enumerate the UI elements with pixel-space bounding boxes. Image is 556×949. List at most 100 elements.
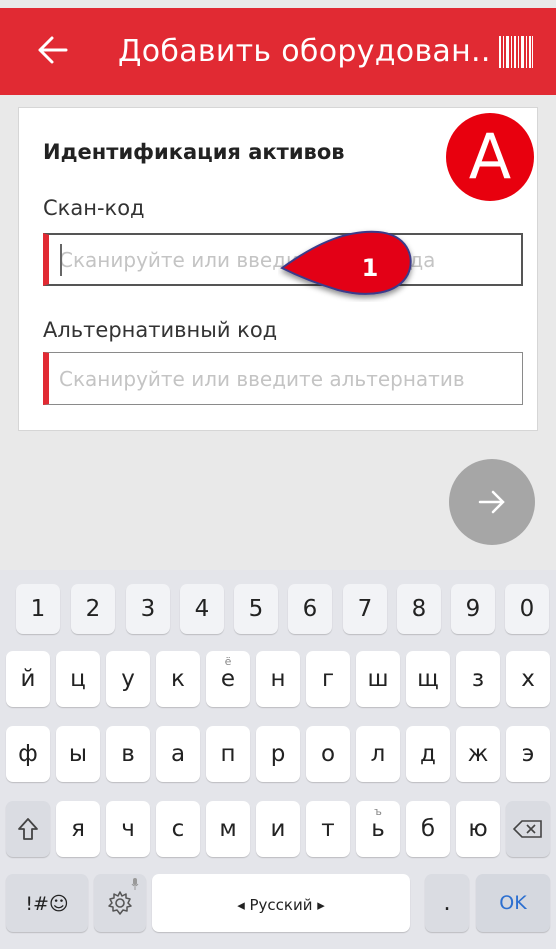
card-title: Идентификация активов — [43, 140, 345, 164]
key-ю[interactable]: ю — [456, 801, 500, 857]
key-т[interactable]: т — [306, 801, 350, 857]
page-title: Добавить оборудован... — [118, 34, 490, 69]
backspace-key[interactable] — [506, 801, 550, 857]
key-ч[interactable]: ч — [106, 801, 150, 857]
annotation-marker: 1 — [280, 230, 412, 295]
key-5[interactable]: 5 — [234, 584, 278, 634]
symbols-key[interactable]: !#☺ — [6, 874, 88, 932]
key-label: у — [121, 666, 135, 692]
key-ь[interactable]: ъь — [356, 801, 400, 857]
key-й[interactable]: й — [6, 651, 50, 707]
key-в[interactable]: в — [106, 726, 150, 782]
key-label: б — [420, 816, 436, 842]
key-label: 6 — [302, 596, 318, 622]
key-label: ◂ Русский ▸ — [237, 896, 325, 914]
key-label: и — [270, 816, 286, 842]
key-label: м — [219, 816, 237, 842]
key-з[interactable]: з — [456, 651, 500, 707]
alt-code-label: Альтернативный код — [43, 318, 278, 342]
key-с[interactable]: с — [156, 801, 200, 857]
key-label: ь — [371, 816, 385, 842]
key-label: . — [443, 890, 451, 916]
key-4[interactable]: 4 — [180, 584, 224, 634]
key-ш[interactable]: ш — [356, 651, 400, 707]
key-label: 1 — [30, 596, 46, 622]
key-label: к — [171, 666, 185, 692]
key-label: о — [320, 741, 336, 767]
key-б[interactable]: б — [406, 801, 450, 857]
key-label: 9 — [465, 596, 481, 622]
key-label: 2 — [85, 596, 101, 622]
key-label: т — [321, 816, 335, 842]
shift-key[interactable] — [6, 801, 50, 857]
key-label: 0 — [519, 596, 535, 622]
shift-icon — [18, 818, 38, 840]
key-л[interactable]: л — [356, 726, 400, 782]
key-9[interactable]: 9 — [451, 584, 495, 634]
scan-code-label: Скан-код — [43, 196, 145, 220]
settings-key[interactable] — [94, 874, 146, 932]
key-ц[interactable]: ц — [56, 651, 100, 707]
key-у[interactable]: у — [106, 651, 150, 707]
key-ы[interactable]: ы — [56, 726, 100, 782]
key-е[interactable]: ёе — [206, 651, 250, 707]
on-screen-keyboard: 1 2 345 6 7 8 9 0 йцу кёенгш щ з х фыв а п р о л д ж э ячс м и тъ… — [0, 570, 556, 949]
key-щ[interactable]: щ — [406, 651, 450, 707]
key-label: щ — [417, 666, 439, 692]
key-label: н — [270, 666, 286, 692]
key-label: с — [171, 816, 185, 842]
key-label: 3 — [140, 596, 156, 622]
key-label: р — [270, 741, 286, 767]
key-и[interactable]: и — [256, 801, 300, 857]
space-key[interactable]: ◂ Русский ▸ — [152, 874, 410, 932]
key-label: ш — [367, 666, 389, 692]
key-label: ю — [468, 816, 488, 842]
key-о[interactable]: о — [306, 726, 350, 782]
key-э[interactable]: э — [506, 726, 550, 782]
arrow-right-icon — [478, 490, 505, 514]
key-г[interactable]: г — [306, 651, 350, 707]
key-р[interactable]: р — [256, 726, 300, 782]
period-key[interactable]: . — [425, 874, 469, 932]
key-label: 8 — [411, 596, 427, 622]
key-8[interactable]: 8 — [397, 584, 441, 634]
key-label: э — [521, 741, 535, 767]
key-2[interactable]: 2 — [71, 584, 115, 634]
next-button[interactable] — [449, 459, 535, 545]
text-caret — [60, 244, 62, 276]
key-1[interactable]: 1 — [16, 584, 60, 634]
key-а[interactable]: а — [156, 726, 200, 782]
key-ф[interactable]: ф — [6, 726, 50, 782]
key-label: п — [220, 741, 236, 767]
key-label: а — [170, 741, 186, 767]
annotation-badge: A — [446, 113, 534, 201]
backspace-icon — [513, 820, 542, 838]
key-label: л — [370, 741, 386, 767]
barcode-icon[interactable] — [499, 36, 533, 68]
key-х[interactable]: х — [506, 651, 550, 707]
gear-icon — [108, 891, 132, 915]
key-н[interactable]: н — [256, 651, 300, 707]
key-я[interactable]: я — [56, 801, 100, 857]
key-ж[interactable]: ж — [456, 726, 500, 782]
key-0[interactable]: 0 — [505, 584, 549, 634]
key-к[interactable]: к — [156, 651, 200, 707]
alt-code-input[interactable] — [43, 352, 523, 405]
key-3[interactable]: 3 — [126, 584, 170, 634]
key-п[interactable]: п — [206, 726, 250, 782]
ok-key[interactable]: OK — [476, 874, 550, 932]
key-label: в — [121, 741, 135, 767]
arrow-left-icon[interactable] — [36, 30, 70, 70]
key-label: х — [521, 666, 535, 692]
annotation-marker-label: 1 — [362, 254, 379, 282]
key-7[interactable]: 7 — [343, 584, 387, 634]
key-д[interactable]: д — [406, 726, 450, 782]
key-label: д — [420, 741, 436, 767]
key-label: 7 — [357, 596, 373, 622]
key-label: OK — [499, 892, 527, 914]
key-м[interactable]: м — [206, 801, 250, 857]
key-label: ж — [467, 741, 489, 767]
key-label: 5 — [248, 596, 264, 622]
key-label: з — [471, 666, 485, 692]
key-6[interactable]: 6 — [288, 584, 332, 634]
